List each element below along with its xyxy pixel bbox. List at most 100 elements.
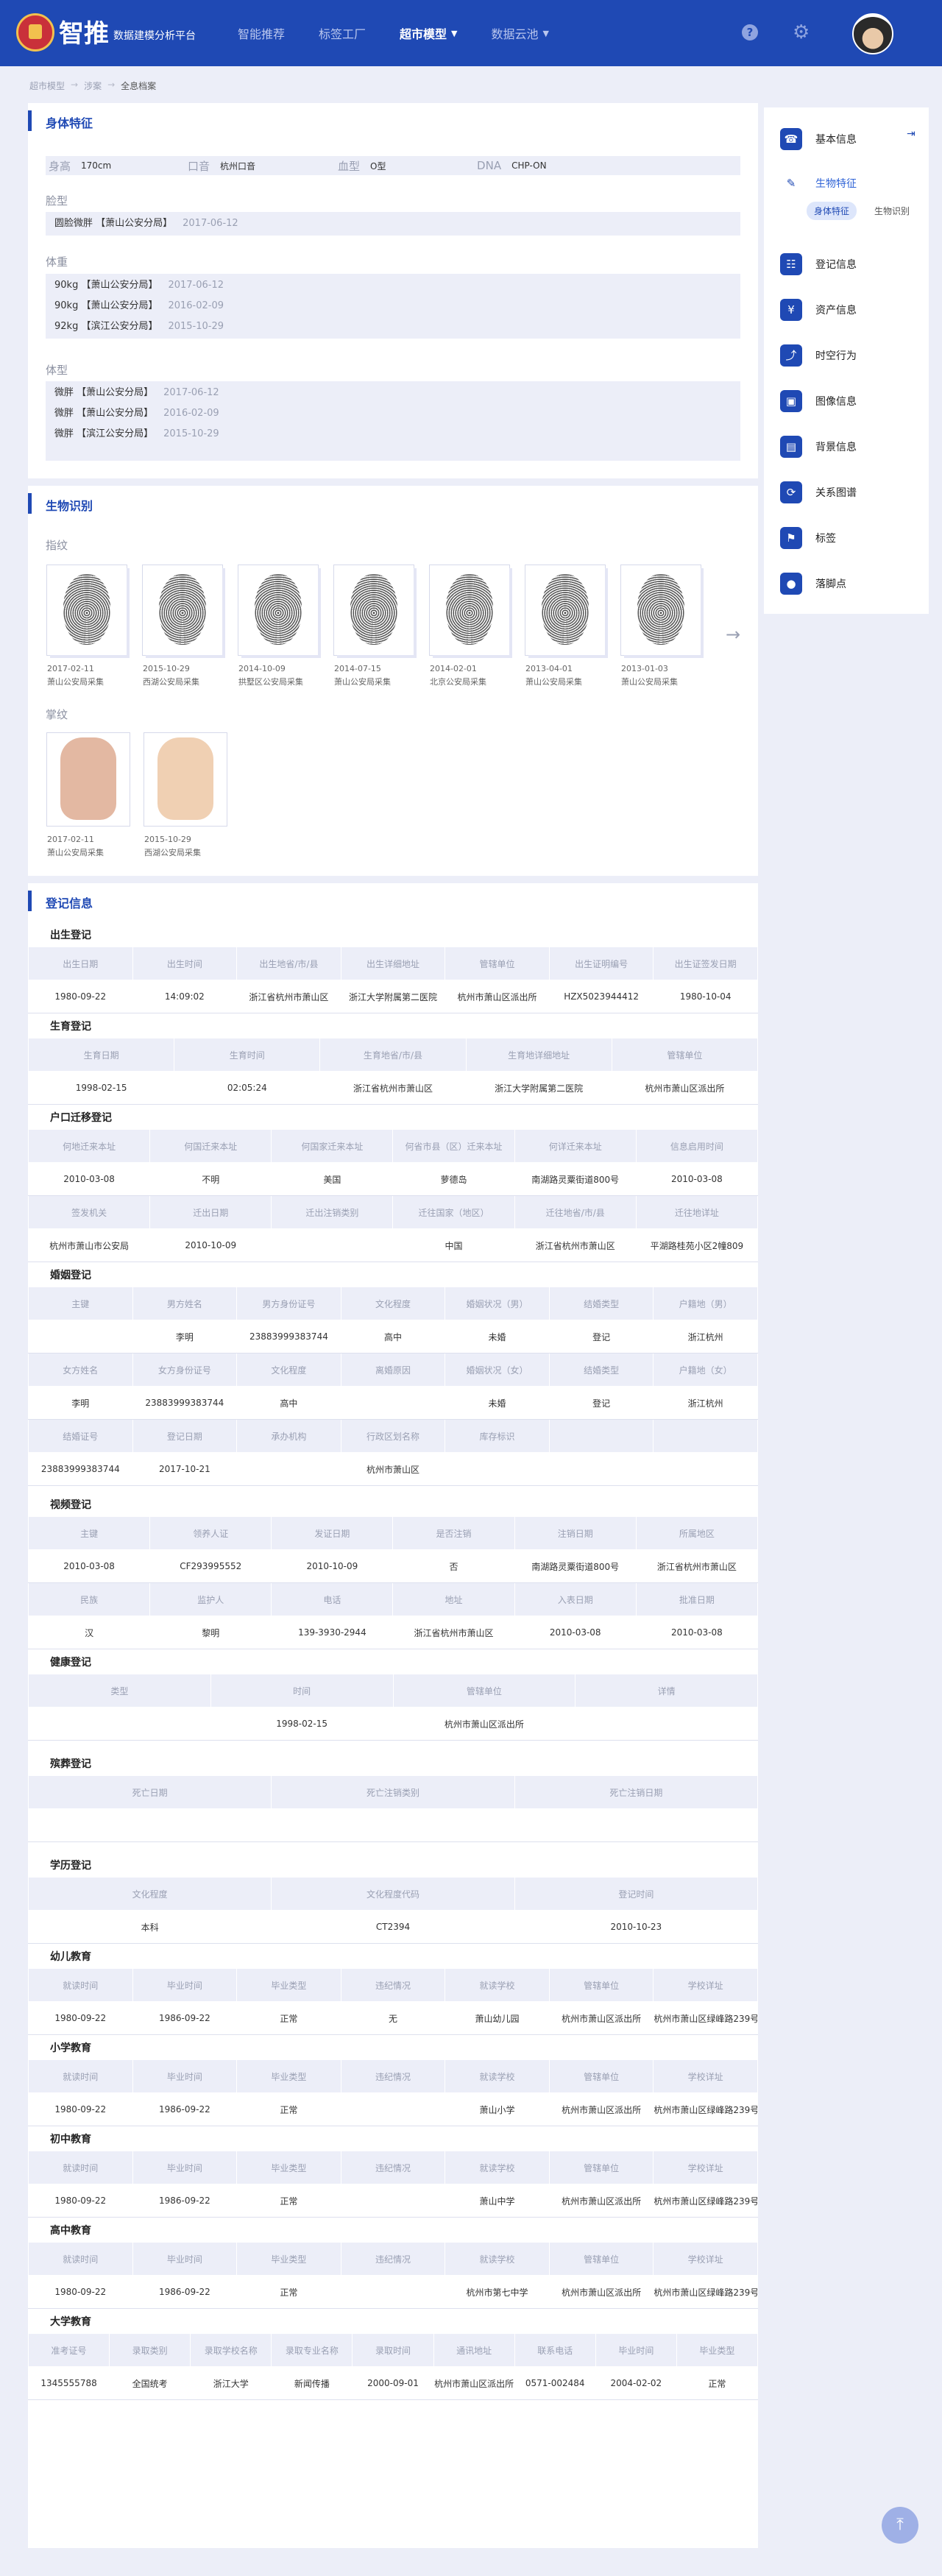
record-text: 90kg 【萧山公安分局】 [54,300,158,311]
caret-down-icon: ▼ [542,28,549,38]
table-cell: 登记 [548,1320,654,1354]
sidebar-subtab-biometric[interactable]: 生物识别 [867,202,917,220]
caret-down-icon: ▼ [451,28,458,38]
fingerprint-image[interactable] [143,565,222,655]
column-header: 联系电话 [514,2333,596,2367]
column-header: 领养人证 [149,1516,272,1550]
sidebar-item-registration-info[interactable]: ☷ 登记信息 [780,253,920,275]
table-cell: 1345555788 [27,2366,110,2400]
fertility-registration-title: 生育登记 [50,1021,91,1033]
table-row: 出生日期 出生时间 出生地省/市/县 出生详细地址 管辖单位 出生证明编号 出生证签发日期 [28,946,758,980]
sidebar-item-relation-graph[interactable]: ⟳ 关系图谱 [780,481,920,503]
column-header: 离婚原因 [340,1353,446,1387]
sidebar-item-background-info[interactable]: ▤ 背景信息 [780,436,920,458]
column-header: 出生日期 [28,946,133,980]
table-cell: 浙江省杭州市萧山区 [392,1616,515,1649]
table-row: 准考证号 录取类别 录取学校名称 录取专业名称 录取时间 通讯地址 联系电话 毕业时间 毕业类型 [27,2333,759,2367]
table-cell: 杭州市萧山区绿峰路239号 [653,2001,758,2035]
junior-education-title: 初中教育 [50,2134,91,2145]
column-header: 登记时间 [514,1877,759,1911]
column-header: 违纪情况 [340,2059,446,2093]
table-cell [514,1808,759,1842]
section-title: 身体特征 [46,116,93,130]
nav-item-supermarket-model[interactable]: 超市模型 ▼ [400,24,457,42]
column-header: 时间 [210,1674,394,1708]
column-header: 毕业类型 [236,2242,341,2276]
column-header: 女方姓名 [28,1353,133,1387]
fingerprint-image[interactable] [47,565,127,655]
table-cell [340,2184,446,2218]
table-cell: 杭州市萧山区派出所 [548,2184,654,2218]
breadcrumb: 超市模型 → 涉案 → 全息档案 [29,79,156,92]
nav-item-recommend[interactable]: 智能推荐 [238,24,285,42]
table-row: 文化程度 文化程度代码 登记时间 [27,1877,759,1911]
section-marker [28,110,32,131]
gear-icon[interactable]: ⚙ [793,23,810,42]
table-cell: 李明 [132,1320,238,1354]
sidebar-subtab-physical[interactable]: 身体特征 [807,202,857,220]
weight-label: 体重 [46,255,68,269]
column-header: 毕业类型 [236,2059,341,2093]
help-icon[interactable]: ? [742,24,758,40]
nav-label: 超市模型 [400,27,447,41]
fingerprint-image[interactable] [621,565,701,655]
table-row: 2010-03-08 CF293995552 2010-10-09 否南湖路灵粟街道8… [27,1549,759,1583]
arrow-right-icon[interactable]: → [726,624,740,645]
fingerprint-image[interactable] [525,565,605,655]
column-header: 学校详址 [653,1968,758,2002]
column-header: 行政区划名称 [340,1419,446,1453]
record-date: 2017-06-12 [168,280,224,291]
column-header: 电话 [271,1582,394,1616]
sidebar-item-spacetime-behavior[interactable]: ⤴ 时空行为 [780,344,920,367]
breadcrumb-item[interactable]: 超市模型 [29,79,65,92]
sidebar-item-asset-info[interactable]: ¥ 资产信息 [780,299,920,321]
table-cell: 正常 [236,2184,341,2218]
column-header: 准考证号 [27,2333,110,2367]
sidebar-item-image-info[interactable]: ▣ 图像信息 [780,390,920,412]
table-row: 签发机关 迁出日期 迁出注销类别 迁往国家（地区） 迁往地省/市/县 迁往地详址 [27,1195,759,1229]
fingerprint-image[interactable] [334,565,414,655]
table-cell: 正常 [676,2366,759,2400]
table-cell: 萧山幼儿园 [445,2001,550,2035]
table-cell: 平湖路桂苑小区2幢809 [635,1228,759,1262]
table-row: 1998-02-15 02:05:24 浙江省杭州市萧山区 浙江大学附属第二医院 杭州市… [27,1071,759,1105]
table-row: 就读时间 毕业时间 毕业类型 违纪情况 就读学校 管辖单位 学校详址 [28,2151,758,2184]
palmprint-image[interactable] [144,733,227,826]
table-cell: 无 [340,2001,446,2035]
fingerprint-image[interactable] [238,565,318,655]
sidebar-item-tags[interactable]: ⚑ 标签 [780,527,920,549]
table-cell [271,1228,394,1262]
column-header: 毕业时间 [132,1968,238,2002]
table-cell: 黎明 [149,1616,272,1649]
table-cell: 未婚 [445,1386,550,1420]
table-cell: HZX5023944412 [548,980,654,1013]
table-cell: 杭州市萧山区派出所 [548,2001,654,2035]
sidebar-item-settle-point[interactable]: ● 落脚点 [780,573,920,595]
table-cell: 未婚 [445,1320,550,1354]
section-marker [28,891,32,911]
table-cell: 浙江省杭州市萧山区 [236,980,341,1013]
sidebar-item-biometric-features[interactable]: ✎ 生物特征 [780,172,920,194]
table-row: 1998-02-15 杭州市萧山区派出所 [28,1707,758,1741]
table-cell: 萧山小学 [445,2092,550,2126]
breadcrumb-item[interactable]: 涉案 [84,79,102,92]
sidebar-item-label: 标签 [815,533,836,545]
fingerprint-image[interactable] [430,565,509,655]
avatar[interactable] [852,13,893,54]
back-to-top-icon[interactable]: ⤒ [882,2507,918,2544]
column-header: 批准日期 [635,1582,759,1616]
education-table: 文化程度 文化程度代码 登记时间 本科 CT2394 2010-10-23 [27,1877,759,1944]
palmprint-image[interactable] [47,733,130,826]
nav-item-data-cloud[interactable]: 数据云池 ▼ [492,24,549,42]
collapse-icon[interactable]: ⇥ [907,128,916,140]
record-date: 2016-02-09 [168,300,224,311]
column-header: 出生证签发日期 [653,946,758,980]
table-cell: 全国统考 [109,2366,191,2400]
fingerprint-source: 拱墅区公安局采集 [238,677,303,687]
table-cell: 1980-10-04 [653,980,758,1013]
column-header: 迁往国家（地区） [392,1195,515,1229]
nav-item-tag-factory[interactable]: 标签工厂 [319,24,366,42]
column-header: 文化程度 [340,1287,446,1320]
sidebar-item-basic-info[interactable]: ☎ 基本信息 [780,128,920,150]
table-cell: 2010-10-23 [514,1910,759,1944]
